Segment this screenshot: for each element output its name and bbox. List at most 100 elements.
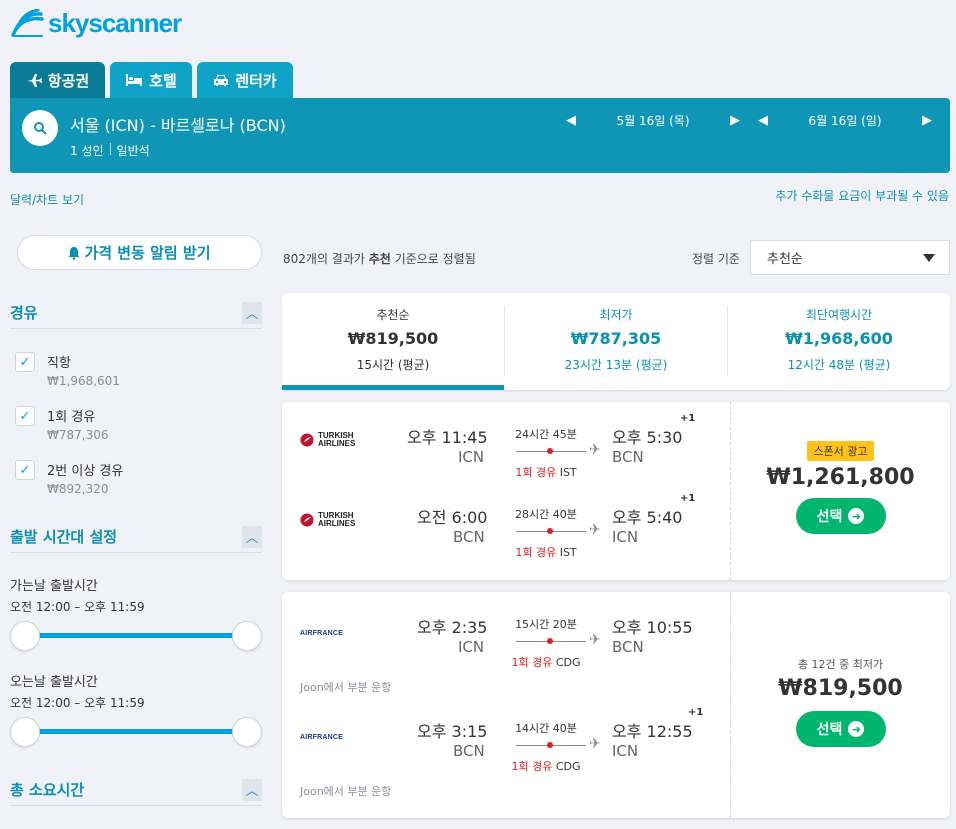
sort-criteria-word: 추천 <box>368 252 391 266</box>
return-time-label: 오는날 출발시간 <box>10 675 98 690</box>
flight-leg-return: TURKISH AIRLINES 오전 6:00 BCN 28시간 40분 ✈ … <box>282 493 730 560</box>
prev-date-arrow-icon[interactable]: ◀ <box>566 113 576 128</box>
tab-car-rental[interactable]: 렌터카 <box>197 62 293 98</box>
result-count-text: 802개의 결과가 추천 기준으로 정렬됨 <box>283 250 476 267</box>
option-price: ₩892,320 <box>47 482 109 496</box>
summary-duration: 12시간 48분 (평균) <box>787 358 891 372</box>
tab-hotels[interactable]: 호텔 <box>110 62 192 98</box>
summary-title: 최단여행시간 <box>805 308 873 322</box>
next-day-indicator: +1 <box>680 493 696 504</box>
option-label: 직항 <box>47 356 71 371</box>
route-text[interactable]: 서울 (ICN) - 바르셀로나 (BCN) <box>70 112 286 136</box>
operated-by-note: Joon에서 부분 운항 <box>300 785 392 798</box>
stop-info: 1회 경유 CDG <box>511 656 581 669</box>
airline-name: AIRFRANCE <box>300 734 344 741</box>
chevron-up-icon[interactable]: ︿ <box>242 778 262 801</box>
sort-value: 추천순 <box>767 252 803 267</box>
cabin-class: 일반석 <box>116 144 150 158</box>
select-button[interactable]: 선택 ➜ <box>795 711 886 747</box>
price-panel: 스폰서 광고 ₩1,261,800 선택 ➜ <box>731 402 950 580</box>
stops-option-two-plus[interactable]: ✓ 2번 이상 경유 ₩892,320 <box>15 460 260 500</box>
summary-duration: 23시간 13분 (평균) <box>564 358 668 372</box>
checkbox-checked-icon[interactable]: ✓ <box>15 406 35 426</box>
outbound-time-slider[interactable] <box>10 621 262 651</box>
flight-duration: 14시간 40분 <box>515 722 577 735</box>
plane-icon: ✈ <box>589 736 601 752</box>
skyscanner-cloud-icon <box>11 9 44 37</box>
plane-icon: ✈ <box>589 442 601 458</box>
plane-icon: ✈ <box>589 522 601 538</box>
checkbox-checked-icon[interactable]: ✓ <box>15 460 35 480</box>
duration-filter-title: 총 소요시간 <box>10 781 85 799</box>
brand-name: skyscanner <box>48 7 182 38</box>
next-date-arrow-icon[interactable]: ▶ <box>730 113 740 128</box>
airline-logo: TURKISH AIRLINES <box>300 512 360 528</box>
slider-track <box>24 729 248 734</box>
airline-name: AIRFRANCE <box>300 630 344 637</box>
edit-search-button[interactable] <box>22 110 58 146</box>
price-alert-button[interactable]: 가격 변동 알림 받기 <box>17 235 262 270</box>
next-date-arrow-icon[interactable]: ▶ <box>922 113 932 128</box>
depart-date[interactable]: 5월 16일 (목) <box>616 112 689 129</box>
flight-duration: 24시간 45분 <box>515 428 577 441</box>
departure-airport: BCN <box>453 528 485 546</box>
stops-option-one[interactable]: ✓ 1회 경유 ₩787,306 <box>15 406 260 446</box>
summary-price: ₩1,968,600 <box>785 329 893 348</box>
option-price: ₩787,306 <box>47 428 109 442</box>
chevron-up-icon[interactable]: ︿ <box>242 301 262 324</box>
summary-tab-best[interactable]: 추천순 ₩819,500 15시간 (평균) <box>282 293 504 390</box>
prev-date-arrow-icon[interactable]: ◀ <box>758 113 768 128</box>
departure-time: 오후 3:15 <box>417 722 488 741</box>
return-date[interactable]: 6월 16일 (일) <box>808 112 881 129</box>
skyscanner-logo[interactable]: skyscanner <box>10 7 182 38</box>
duration-filter-header[interactable]: 총 소요시간 ︿ <box>10 774 262 806</box>
stop-dot <box>547 528 553 534</box>
checkbox-checked-icon[interactable]: ✓ <box>15 352 35 372</box>
result-count-suffix-2: 기준으로 정렬됨 <box>390 252 476 266</box>
result-card[interactable]: AIRFRANCE 오후 2:35 ICN 15시간 20분 ✈ 1회 경유 C… <box>282 592 950 818</box>
operated-by-note: Joon에서 부분 운항 <box>300 681 392 694</box>
outbound-time-range: 오전 12:00 – 오후 11:59 <box>10 600 145 614</box>
price-alert-label: 가격 변동 알림 받기 <box>84 244 211 262</box>
arrival-time: 오후 10:55 <box>612 618 693 637</box>
result-card[interactable]: TURKISH AIRLINES 오후 11:45 ICN 24시간 45분 ✈… <box>282 402 950 580</box>
stops-option-direct[interactable]: ✓ 직항 ₩1,968,601 <box>15 352 260 392</box>
plane-icon: ✈ <box>589 632 601 648</box>
summary-title: 최저가 <box>599 308 633 322</box>
slider-handle-start[interactable] <box>10 717 40 747</box>
select-button[interactable]: 선택 ➜ <box>795 498 886 534</box>
return-time-slider[interactable] <box>10 717 262 747</box>
sponsored-badge: 스폰서 광고 <box>807 441 874 461</box>
search-icon <box>34 122 47 135</box>
times-filter-header[interactable]: 출발 시간대 설정 ︿ <box>10 521 262 553</box>
slider-handle-end[interactable] <box>232 717 262 747</box>
return-time-range: 오전 12:00 – 오후 11:59 <box>10 696 145 710</box>
passenger-info[interactable]: 1 성인 일반석 <box>70 142 150 159</box>
summary-tab-fastest[interactable]: 최단여행시간 ₩1,968,600 12시간 48분 (평균) <box>728 293 950 390</box>
stops-filter-title: 경유 <box>10 304 38 322</box>
summary-tab-cheapest[interactable]: 최저가 ₩787,305 23시간 13분 (평균) <box>505 293 727 390</box>
calendar-chart-link[interactable]: 달력/차트 보기 <box>10 191 84 208</box>
deal-count: 총 12건 중 최저가 <box>797 658 884 671</box>
sort-dropdown[interactable]: 추천순 <box>750 240 950 275</box>
plane-icon <box>26 74 42 87</box>
flight-duration: 28시간 40분 <box>515 508 577 521</box>
arrival-airport: ICN <box>612 742 639 760</box>
stop-info: 1회 경유 CDG <box>511 760 581 773</box>
slider-handle-start[interactable] <box>10 621 40 651</box>
route-line: ✈ <box>516 736 606 753</box>
baggage-fee-link[interactable]: 추가 수화물 요금이 부과될 수 있음 <box>775 187 949 204</box>
price: ₩819,500 <box>778 676 903 701</box>
departure-time: 오후 2:35 <box>417 618 488 637</box>
option-label: 2번 이상 경유 <box>47 464 124 479</box>
slider-handle-end[interactable] <box>232 621 262 651</box>
stops-filter-header[interactable]: 경유 ︿ <box>10 297 262 329</box>
departure-time: 오후 11:45 <box>407 428 488 447</box>
tab-flights[interactable]: 항공권 <box>10 62 105 98</box>
airline-logo: AIRFRANCE <box>300 624 343 638</box>
chevron-up-icon[interactable]: ︿ <box>242 525 262 548</box>
departure-time: 오전 6:00 <box>417 508 488 527</box>
return-date-picker: ◀ 6월 16일 (일) ▶ <box>758 112 932 129</box>
summary-price: ₩787,305 <box>570 329 662 348</box>
flight-leg-outbound: TURKISH AIRLINES 오후 11:45 ICN 24시간 45분 ✈… <box>282 413 730 480</box>
